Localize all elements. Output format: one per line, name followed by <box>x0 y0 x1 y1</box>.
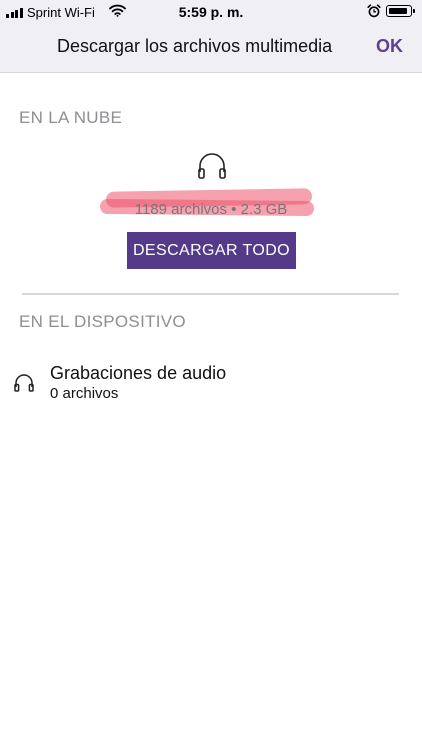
cloud-section-heading: EN LA NUBE <box>19 108 123 127</box>
list-item-count: 0 archivos <box>50 385 119 402</box>
status-bar: Sprint Wi-Fi 5:59 p. m. <box>0 0 422 24</box>
section-divider <box>22 293 399 295</box>
top-bar: Sprint Wi-Fi 5:59 p. m. Descargar los ar… <box>0 0 422 73</box>
battery-icon <box>386 5 415 17</box>
headphones-icon <box>14 373 34 397</box>
page-title: Descargar los archivos multimedia <box>57 36 333 56</box>
battery-level-fill <box>388 7 408 14</box>
list-item-audio-recordings[interactable]: Grabaciones de audio 0 archivos <box>0 358 422 408</box>
download-all-button[interactable]: DESCARGAR TODO <box>127 232 296 269</box>
ok-button[interactable]: OK <box>376 36 403 57</box>
device-section-heading: EN EL DISPOSITIVO <box>19 312 186 331</box>
status-time: 5:59 p. m. <box>178 4 244 20</box>
alarm-icon <box>367 4 381 21</box>
list-item-title: Grabaciones de audio <box>50 363 227 383</box>
cloud-summary: 1189 archivos • 2.3 GB <box>99 186 318 226</box>
cloud-summary-text: 1189 archivos • 2.3 GB <box>134 201 288 218</box>
headphones-icon <box>197 152 227 185</box>
